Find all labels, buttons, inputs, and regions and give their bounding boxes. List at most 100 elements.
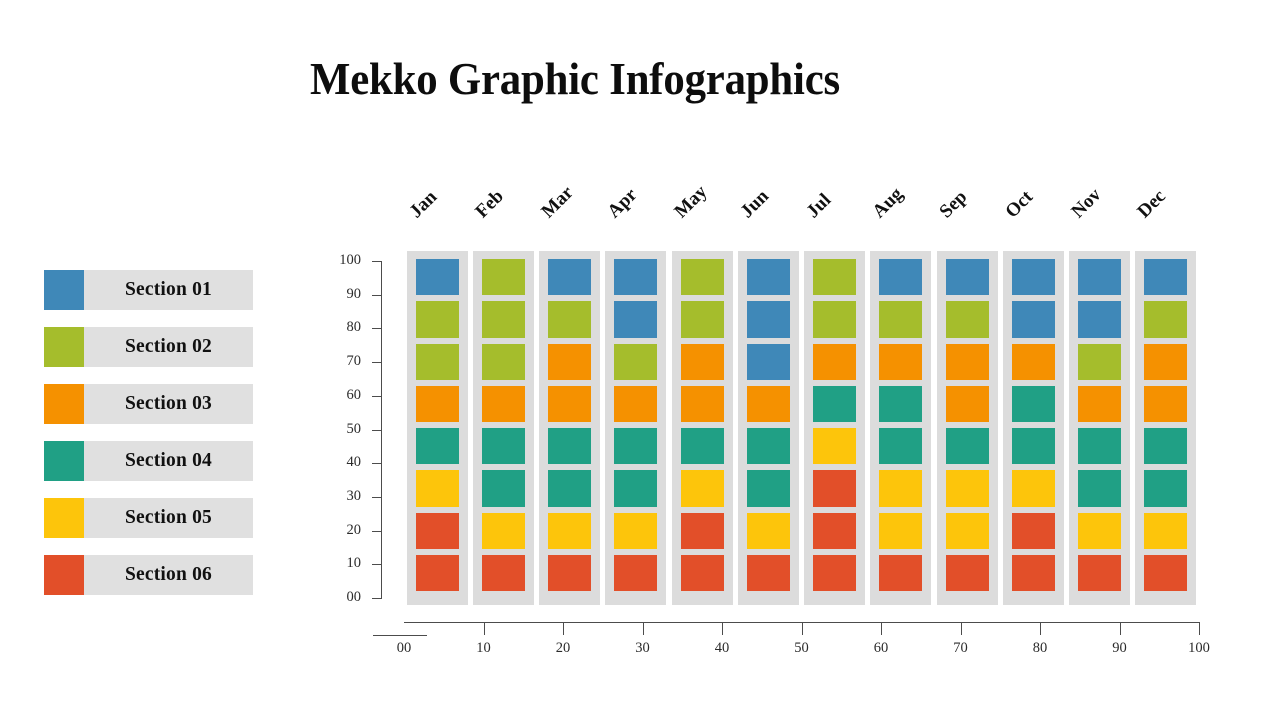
segment-section-05[interactable] — [415, 470, 459, 507]
segment-section-04[interactable] — [813, 385, 857, 422]
segment-section-02[interactable] — [680, 301, 724, 338]
column-track-feb[interactable] — [472, 251, 534, 605]
segment-section-02[interactable] — [548, 301, 592, 338]
segment-section-01[interactable] — [879, 259, 923, 296]
segment-section-05[interactable] — [614, 512, 658, 549]
segment-section-03[interactable] — [945, 343, 989, 380]
segment-section-01[interactable] — [614, 301, 658, 338]
segment-section-02[interactable] — [614, 343, 658, 380]
segment-section-04[interactable] — [1144, 470, 1188, 507]
segment-section-03[interactable] — [813, 343, 857, 380]
segment-section-06[interactable] — [813, 554, 857, 591]
column-track-jul[interactable] — [804, 251, 866, 605]
column-track-apr[interactable] — [605, 251, 667, 605]
segment-section-06[interactable] — [1144, 554, 1188, 591]
segment-section-03[interactable] — [746, 385, 790, 422]
segment-section-01[interactable] — [746, 259, 790, 296]
segment-section-06[interactable] — [746, 554, 790, 591]
segment-section-04[interactable] — [879, 385, 923, 422]
segment-section-04[interactable] — [548, 428, 592, 465]
segment-section-02[interactable] — [813, 259, 857, 296]
column-track-oct[interactable] — [1002, 251, 1064, 605]
segment-section-05[interactable] — [813, 428, 857, 465]
segment-section-02[interactable] — [813, 301, 857, 338]
segment-section-05[interactable] — [746, 512, 790, 549]
segment-section-01[interactable] — [1078, 259, 1122, 296]
segment-section-04[interactable] — [945, 428, 989, 465]
segment-section-04[interactable] — [481, 428, 525, 465]
segment-section-04[interactable] — [1144, 428, 1188, 465]
segment-section-04[interactable] — [548, 470, 592, 507]
segment-section-02[interactable] — [481, 343, 525, 380]
segment-section-04[interactable] — [680, 428, 724, 465]
segment-section-01[interactable] — [746, 301, 790, 338]
segment-section-02[interactable] — [945, 301, 989, 338]
segment-section-03[interactable] — [1144, 343, 1188, 380]
segment-section-03[interactable] — [1144, 385, 1188, 422]
column-track-mar[interactable] — [539, 251, 601, 605]
segment-section-06[interactable] — [1011, 512, 1055, 549]
segment-section-03[interactable] — [415, 385, 459, 422]
column-track-sep[interactable] — [936, 251, 998, 605]
segment-section-01[interactable] — [1078, 301, 1122, 338]
segment-section-05[interactable] — [548, 512, 592, 549]
column-track-may[interactable] — [671, 251, 733, 605]
segment-section-05[interactable] — [1078, 512, 1122, 549]
segment-section-03[interactable] — [548, 385, 592, 422]
segment-section-05[interactable] — [1144, 512, 1188, 549]
segment-section-01[interactable] — [746, 343, 790, 380]
column-track-dec[interactable] — [1135, 251, 1197, 605]
segment-section-03[interactable] — [680, 343, 724, 380]
segment-section-01[interactable] — [1011, 301, 1055, 338]
segment-section-04[interactable] — [746, 428, 790, 465]
segment-section-06[interactable] — [945, 554, 989, 591]
segment-section-06[interactable] — [813, 470, 857, 507]
segment-section-02[interactable] — [481, 301, 525, 338]
segment-section-03[interactable] — [481, 385, 525, 422]
segment-section-02[interactable] — [1078, 343, 1122, 380]
segment-section-02[interactable] — [481, 259, 525, 296]
segment-section-01[interactable] — [1144, 259, 1188, 296]
segment-section-06[interactable] — [548, 554, 592, 591]
segment-section-06[interactable] — [481, 554, 525, 591]
segment-section-03[interactable] — [614, 385, 658, 422]
segment-section-03[interactable] — [1011, 343, 1055, 380]
segment-section-03[interactable] — [1078, 385, 1122, 422]
segment-section-04[interactable] — [1078, 470, 1122, 507]
segment-section-05[interactable] — [945, 512, 989, 549]
segment-section-02[interactable] — [879, 301, 923, 338]
segment-section-05[interactable] — [481, 512, 525, 549]
segment-section-04[interactable] — [1011, 428, 1055, 465]
segment-section-06[interactable] — [415, 554, 459, 591]
column-track-nov[interactable] — [1069, 251, 1131, 605]
segment-section-06[interactable] — [1011, 554, 1055, 591]
segment-section-03[interactable] — [548, 343, 592, 380]
segment-section-04[interactable] — [1078, 428, 1122, 465]
segment-section-05[interactable] — [1011, 470, 1055, 507]
column-track-jun[interactable] — [737, 251, 799, 605]
segment-section-03[interactable] — [680, 385, 724, 422]
segment-section-03[interactable] — [879, 343, 923, 380]
segment-section-01[interactable] — [945, 259, 989, 296]
column-track-aug[interactable] — [870, 251, 932, 605]
column-track-jan[interactable] — [406, 251, 468, 605]
segment-section-06[interactable] — [614, 554, 658, 591]
segment-section-05[interactable] — [945, 470, 989, 507]
segment-section-06[interactable] — [680, 512, 724, 549]
segment-section-01[interactable] — [614, 259, 658, 296]
segment-section-06[interactable] — [680, 554, 724, 591]
segment-section-06[interactable] — [879, 554, 923, 591]
segment-section-04[interactable] — [415, 428, 459, 465]
segment-section-06[interactable] — [813, 512, 857, 549]
segment-section-05[interactable] — [879, 470, 923, 507]
segment-section-01[interactable] — [1011, 259, 1055, 296]
segment-section-05[interactable] — [879, 512, 923, 549]
segment-section-06[interactable] — [1078, 554, 1122, 591]
segment-section-04[interactable] — [481, 470, 525, 507]
segment-section-04[interactable] — [614, 428, 658, 465]
segment-section-05[interactable] — [680, 470, 724, 507]
segment-section-02[interactable] — [680, 259, 724, 296]
segment-section-02[interactable] — [415, 301, 459, 338]
segment-section-01[interactable] — [415, 259, 459, 296]
segment-section-06[interactable] — [415, 512, 459, 549]
